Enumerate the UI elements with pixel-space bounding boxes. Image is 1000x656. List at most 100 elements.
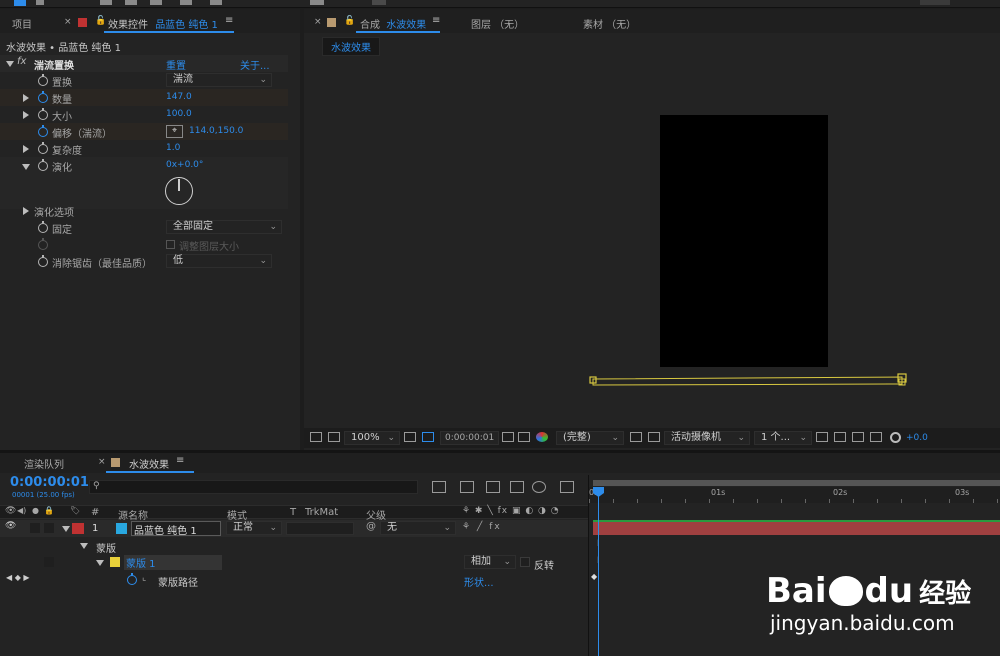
tab-render-queue[interactable]: 渲染队列 <box>24 456 64 471</box>
tab-project[interactable]: 项目 <box>12 16 32 31</box>
shy-layers-icon[interactable] <box>486 481 500 493</box>
keyframe-nav-icon[interactable]: ◀ ◆ ▶ <box>6 573 30 582</box>
frame-blending-icon[interactable] <box>510 481 524 493</box>
expand-toggle-icon[interactable] <box>23 94 29 102</box>
text-tool-icon[interactable] <box>180 0 192 5</box>
layer-name-field[interactable]: 品蓝色 纯色 1 <box>131 521 221 537</box>
lock-switch-icon[interactable]: 🔒 <box>44 506 54 515</box>
show-snapshot-icon[interactable] <box>518 432 530 442</box>
collapse-toggle-icon[interactable] <box>6 61 14 67</box>
audio-switch-icon[interactable]: ◀) <box>17 506 26 515</box>
camera-snapshot-icon[interactable] <box>502 432 514 442</box>
angle-dial[interactable] <box>165 177 193 205</box>
close-icon[interactable]: × <box>98 457 106 467</box>
collapse-toggle-icon[interactable] <box>80 543 88 549</box>
puppet-tool-icon[interactable] <box>310 0 324 5</box>
snapping-toggle[interactable] <box>372 0 386 5</box>
always-preview-icon[interactable] <box>310 432 322 442</box>
graph-editor-icon[interactable] <box>560 481 574 493</box>
expand-toggle-icon[interactable] <box>23 145 29 153</box>
label-tag-icon[interactable]: 🏷 <box>70 506 80 515</box>
collapse-toggle-icon[interactable] <box>22 164 30 170</box>
audio-toggle[interactable] <box>30 523 40 533</box>
motion-blur-icon[interactable] <box>532 481 546 493</box>
invert-checkbox[interactable] <box>520 557 530 567</box>
expand-toggle-icon[interactable] <box>23 111 29 119</box>
reset-link[interactable]: 重置 <box>166 57 186 72</box>
views-dropdown[interactable]: 1 个... ⌄ <box>754 431 812 445</box>
viewer-timecode[interactable]: 0:00:00:01 <box>440 431 500 445</box>
selection-tool-icon[interactable] <box>14 0 26 6</box>
hand-tool-icon[interactable] <box>36 0 44 5</box>
region-of-interest-icon[interactable] <box>630 432 642 442</box>
expand-toggle-icon[interactable] <box>23 207 29 215</box>
comp-mini-flowchart-icon[interactable] <box>432 481 446 493</box>
fx-icon[interactable]: fx <box>17 56 26 67</box>
exposure-icon[interactable] <box>890 432 901 443</box>
stopwatch-icon[interactable] <box>38 221 48 233</box>
complexity-value[interactable]: 1.0 <box>166 143 180 153</box>
solo-switch-icon[interactable]: ● <box>32 506 39 515</box>
tab-timeline-comp[interactable]: 水波效果 <box>129 456 169 471</box>
zoom-tool-icon[interactable] <box>100 0 112 5</box>
layer-duration-bar[interactable] <box>593 520 1000 535</box>
draft-3d-icon[interactable] <box>460 481 474 493</box>
mask-shape-link[interactable]: 形状... <box>464 574 494 589</box>
switches-row[interactable]: ⚘ ╱ fx <box>462 522 502 532</box>
stopwatch-icon[interactable] <box>38 159 48 171</box>
col-trkmat[interactable]: TrkMat <box>305 507 338 518</box>
layer-search-input[interactable]: ⚲ <box>89 480 418 494</box>
mask-name-field[interactable]: 蒙版 1 <box>124 555 222 570</box>
stopwatch-icon[interactable] <box>127 573 137 585</box>
antialiasing-dropdown[interactable]: 低 ⌄ <box>166 254 272 268</box>
mask-color-swatch[interactable] <box>110 557 120 567</box>
flowchart-icon[interactable] <box>870 432 882 442</box>
mask-row[interactable]: 蒙版 1 相加 ⌄ 反转 <box>0 554 588 572</box>
keyframe-diamond[interactable]: ◆ <box>591 572 597 581</box>
resolution-dropdown[interactable]: (完整) ⌄ <box>556 431 624 445</box>
resize-layer-checkbox[interactable] <box>166 240 175 249</box>
toggle-pixel-aspect-icon[interactable] <box>816 432 828 442</box>
workspace-tab[interactable] <box>920 0 950 5</box>
channels-icon[interactable] <box>536 432 548 442</box>
layer-label-color[interactable] <box>72 523 84 534</box>
pinning-dropdown[interactable]: 全部固定 ⌄ <box>166 220 282 234</box>
tab-effect-controls[interactable]: 效果控件 品蓝色 纯色 1 <box>108 16 218 31</box>
collapse-toggle-icon[interactable] <box>96 560 104 566</box>
stopwatch-icon[interactable] <box>38 74 48 86</box>
tab-footage[interactable]: 素材 （无） <box>583 16 636 31</box>
size-value[interactable]: 100.0 <box>166 109 192 119</box>
pen-tool-icon[interactable] <box>150 0 162 5</box>
panel-menu-icon[interactable]: ≡ <box>176 455 184 466</box>
grid-guides-icon[interactable] <box>404 432 416 442</box>
stopwatch-icon[interactable] <box>38 108 48 120</box>
amount-value[interactable]: 147.0 <box>166 92 192 102</box>
mask-toggle[interactable] <box>44 557 54 567</box>
exposure-value[interactable]: +0.0 <box>906 433 928 443</box>
pickwhip-icon[interactable]: @ <box>366 521 376 532</box>
timeline-timecode[interactable]: 0:00:00:01 <box>10 475 89 490</box>
video-switch-icon[interactable]: 👁 <box>5 506 16 516</box>
camera-tool-icon[interactable] <box>125 0 137 5</box>
comp-viewport[interactable] <box>304 57 1000 427</box>
collapse-toggle-icon[interactable] <box>62 526 70 532</box>
comp-chip[interactable]: 水波效果 <box>322 37 380 56</box>
lock-toggle[interactable] <box>44 523 54 533</box>
stopwatch-icon[interactable] <box>38 125 48 137</box>
panel-menu-icon[interactable]: ≡ <box>225 15 233 26</box>
fast-previews-icon[interactable] <box>834 432 846 442</box>
close-icon[interactable]: × <box>64 17 72 27</box>
zoom-dropdown[interactable]: 100% ⌄ <box>344 431 400 445</box>
graph-icon[interactable]: ⌞ <box>142 573 146 583</box>
stopwatch-icon[interactable] <box>38 255 48 267</box>
stopwatch-icon[interactable] <box>38 142 48 154</box>
layer-row[interactable]: 👁 1 品蓝色 纯色 1 正常 ⌄ @ 无 ⌄ ⚘ ╱ fx <box>0 520 588 537</box>
mask-path-shape[interactable] <box>584 367 914 391</box>
layer-mode-dropdown[interactable]: 正常 ⌄ <box>226 521 282 535</box>
about-link[interactable]: 关于... <box>240 57 270 72</box>
playhead-line[interactable] <box>598 487 599 656</box>
displacement-dropdown[interactable]: 湍流 ⌄ <box>166 73 272 87</box>
tab-layer[interactable]: 图层 （无） <box>471 16 524 31</box>
work-area-bar[interactable] <box>593 480 1000 486</box>
lock-icon[interactable]: 🔓 <box>95 16 106 26</box>
